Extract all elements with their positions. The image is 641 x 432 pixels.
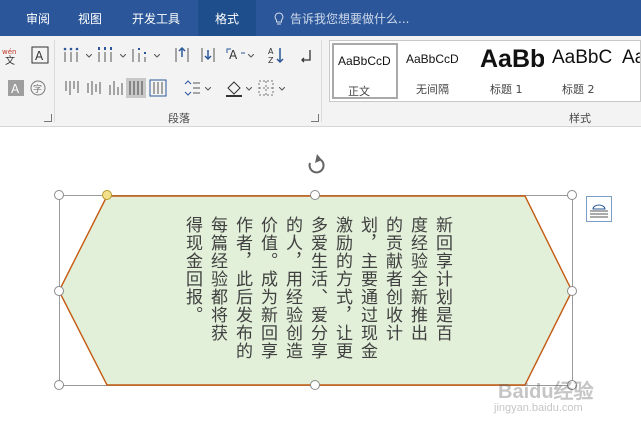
text-column: 价值。成为新回享 xyxy=(257,216,277,360)
layout-options-button[interactable] xyxy=(586,196,612,222)
resize-handle-top-left[interactable] xyxy=(54,190,64,200)
watermark-url: jingyan.baidu.com xyxy=(494,402,583,414)
text-column: 激励的方式，让更 xyxy=(332,216,352,360)
text-column: 的人，用经验创造 xyxy=(282,216,302,360)
text-column: 新回享计划是百 xyxy=(432,216,452,342)
text-column: 多爱生活、爱分享 xyxy=(307,216,327,360)
resize-handle-top-right[interactable] xyxy=(567,190,577,200)
resize-handle-left[interactable] xyxy=(54,286,64,296)
resize-handle-bottom[interactable] xyxy=(310,380,320,390)
layout-options-icon xyxy=(590,204,608,218)
text-column: 作者，此后发布的 xyxy=(232,216,252,360)
text-column: 划，主要通过现金 xyxy=(357,216,377,360)
watermark-text: Baidu经验 xyxy=(498,381,594,403)
text-column: 度经验全新推出 xyxy=(407,216,427,342)
resize-handle-right[interactable] xyxy=(567,286,577,296)
text-column: 的贡献者创收计 xyxy=(382,216,402,342)
resize-handle-top[interactable] xyxy=(310,190,320,200)
text-column: 得现金回报。 xyxy=(182,216,202,324)
rotate-handle-icon[interactable] xyxy=(308,154,325,174)
resize-handle-bottom-left[interactable] xyxy=(54,380,64,390)
adjust-handle[interactable] xyxy=(102,190,112,200)
text-column: 每篇经验都将获 xyxy=(207,216,227,342)
